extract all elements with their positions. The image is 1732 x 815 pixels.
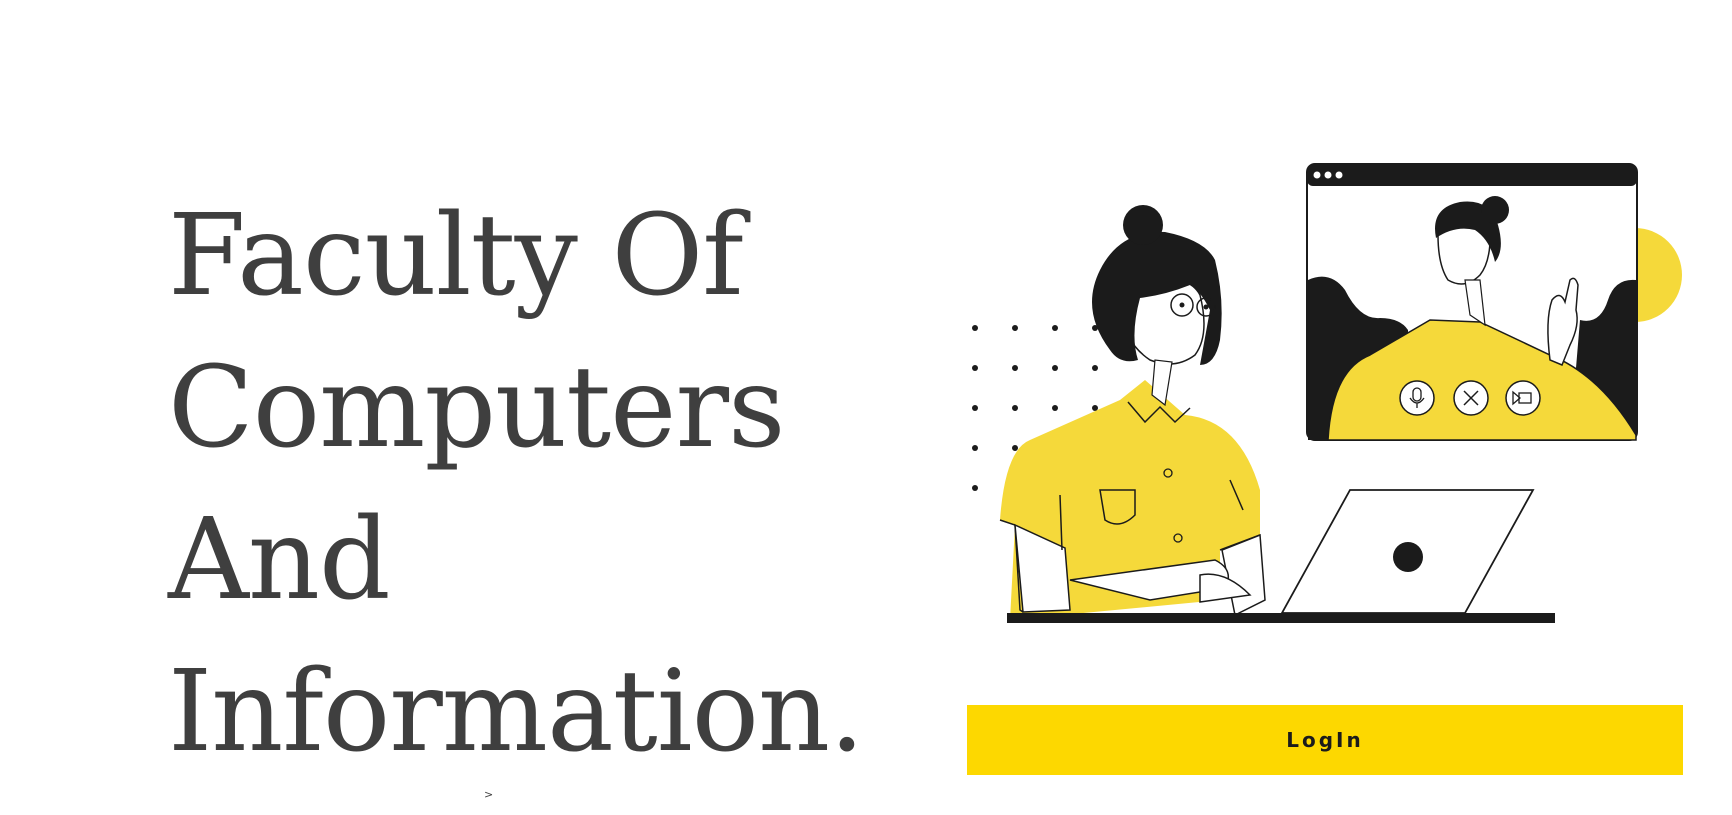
login-button[interactable]: LogIn: [967, 705, 1683, 775]
microphone-icon: [1399, 380, 1435, 416]
end-call-icon: [1453, 380, 1489, 416]
video-call-illustration: [972, 163, 1682, 623]
caret-mark: >: [484, 788, 494, 801]
desk-line: [1007, 613, 1555, 623]
hero-title-line-2: Computers: [168, 343, 785, 473]
laptop-illustration: [1280, 489, 1535, 614]
hero-title-line-1: Faculty Of: [168, 191, 744, 321]
landing-page: Faculty Of Computers And Information. >: [0, 0, 1732, 815]
hero-title-line-4: Information.: [168, 647, 865, 777]
video-call-window: [1306, 163, 1638, 441]
hero-title: Faculty Of Computers And Information.: [168, 180, 865, 788]
hero-title-line-3: And: [168, 495, 391, 625]
woman-figure: [999, 205, 1266, 620]
camera-icon: [1505, 380, 1541, 416]
